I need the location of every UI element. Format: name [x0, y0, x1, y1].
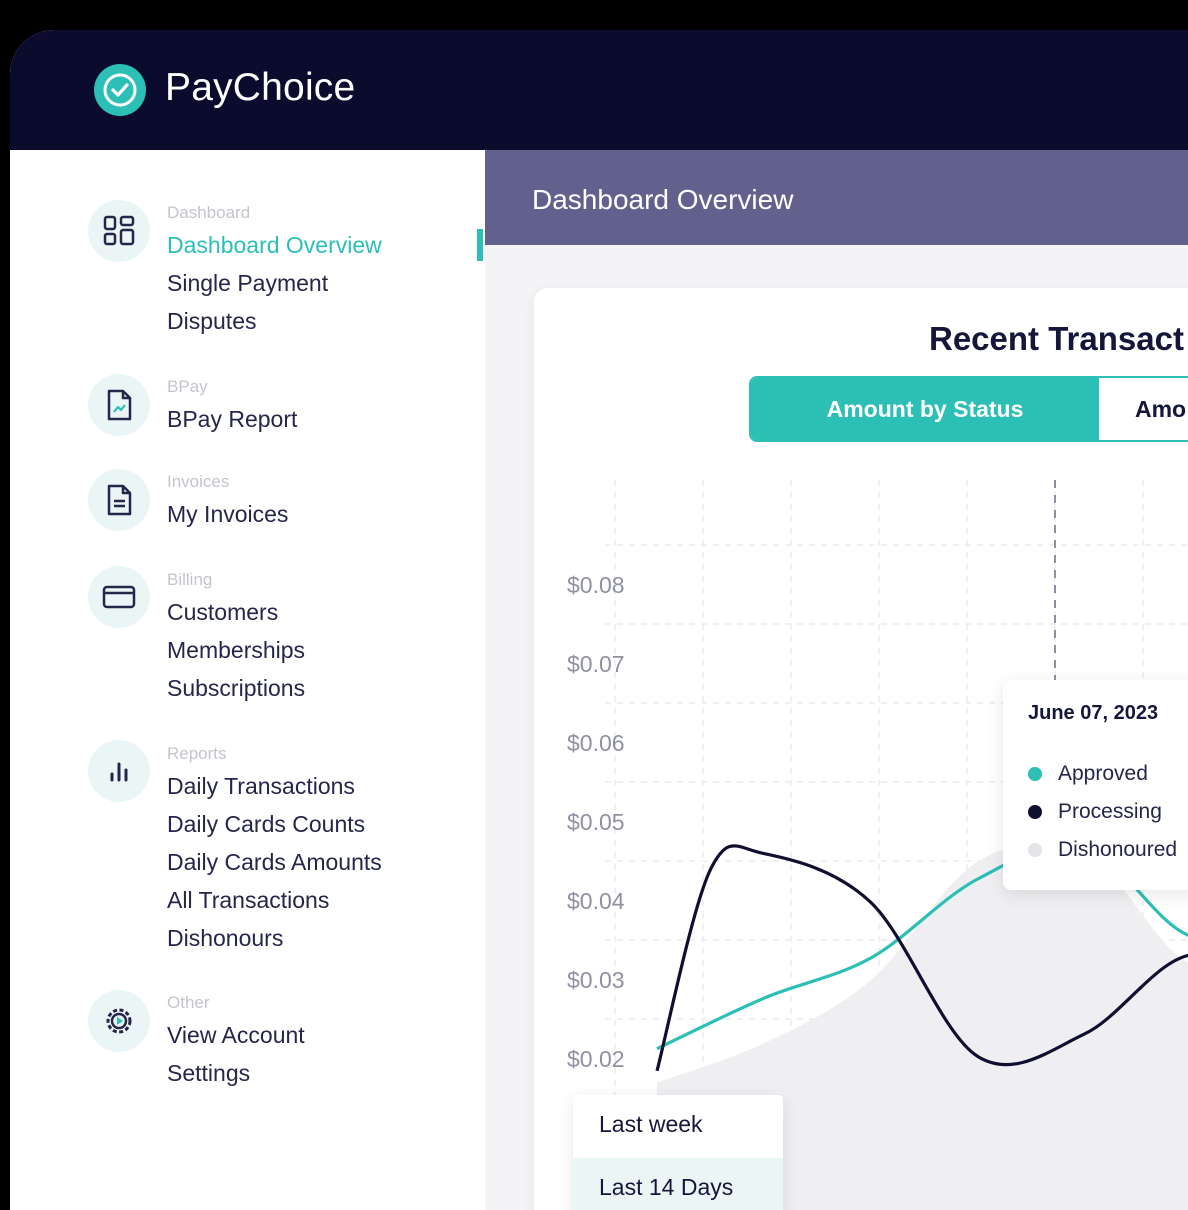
y-tick-label: $0.06 [567, 730, 625, 756]
date-range-dropdown: Last week Last 14 Days [573, 1095, 783, 1210]
invoice-document-icon [88, 469, 150, 531]
dishonoured-dot [1028, 843, 1042, 858]
section-label-other: Other [167, 993, 210, 1012]
active-indicator [477, 229, 483, 261]
nav-daily-transactions[interactable]: Daily Transactions [167, 773, 355, 800]
nav-subscriptions[interactable]: Subscriptions [167, 675, 305, 702]
bpay-report-icon [88, 374, 150, 436]
processing-dot [1028, 805, 1042, 820]
approved-dot [1028, 767, 1042, 782]
nav-settings[interactable]: Settings [167, 1060, 250, 1087]
paychoice-logo-icon [94, 64, 146, 116]
nav-dishonours[interactable]: Dishonours [167, 925, 283, 952]
nav-daily-cards-amounts[interactable]: Daily Cards Amounts [167, 849, 382, 876]
credit-card-icon [88, 566, 150, 628]
section-label-bpay: BPay [167, 377, 208, 396]
option-last-14-days[interactable]: Last 14 Days [573, 1158, 783, 1210]
sidebar: Dashboard Dashboard Overview Single Paym… [10, 150, 485, 1210]
legend-approved: Approved [1028, 762, 1148, 786]
bar-chart-icon [88, 740, 150, 802]
y-tick-label: $0.02 [567, 1046, 625, 1072]
nav-disputes[interactable]: Disputes [167, 308, 256, 335]
section-label-reports: Reports [167, 744, 227, 763]
main-header: Dashboard Overview [485, 150, 1188, 245]
nav-my-invoices[interactable]: My Invoices [167, 501, 288, 528]
y-tick-label: $0.08 [567, 572, 625, 598]
nav-daily-cards-counts[interactable]: Daily Cards Counts [167, 811, 365, 838]
legend-dishonoured: Dishonoured [1028, 838, 1177, 862]
dashboard-grid-icon [88, 200, 150, 262]
section-label-invoices: Invoices [167, 472, 230, 491]
gear-icon [88, 990, 150, 1052]
nav-customers[interactable]: Customers [167, 599, 278, 626]
y-tick-label: $0.03 [567, 967, 625, 993]
nav-all-transactions[interactable]: All Transactions [167, 887, 329, 914]
app-name: PayChoice [165, 66, 356, 109]
y-tick-label: $0.05 [567, 809, 625, 835]
tooltip-date: June 07, 2023 [1028, 702, 1159, 724]
nav-bpay-report[interactable]: BPay Report [167, 406, 297, 433]
y-tick-label: $0.04 [567, 888, 625, 914]
section-label-dashboard: Dashboard [167, 203, 251, 222]
chart-tooltip: June 07, 2023 Approved Processing Dishon… [1003, 680, 1188, 890]
app-window: PayChoice Dashboard Dashboard Overview S… [10, 30, 1188, 1210]
top-bar: PayChoice [10, 30, 1188, 150]
nav-dashboard-overview[interactable]: Dashboard Overview [167, 232, 382, 259]
nav-memberships[interactable]: Memberships [167, 637, 305, 664]
option-last-week[interactable]: Last week [573, 1095, 783, 1155]
nav-view-account[interactable]: View Account [167, 1022, 305, 1049]
nav-single-payment[interactable]: Single Payment [167, 270, 328, 297]
page-title: Dashboard Overview [532, 184, 794, 215]
legend-processing: Processing [1028, 800, 1162, 824]
y-tick-label: $0.07 [567, 651, 625, 677]
section-label-billing: Billing [167, 570, 213, 589]
